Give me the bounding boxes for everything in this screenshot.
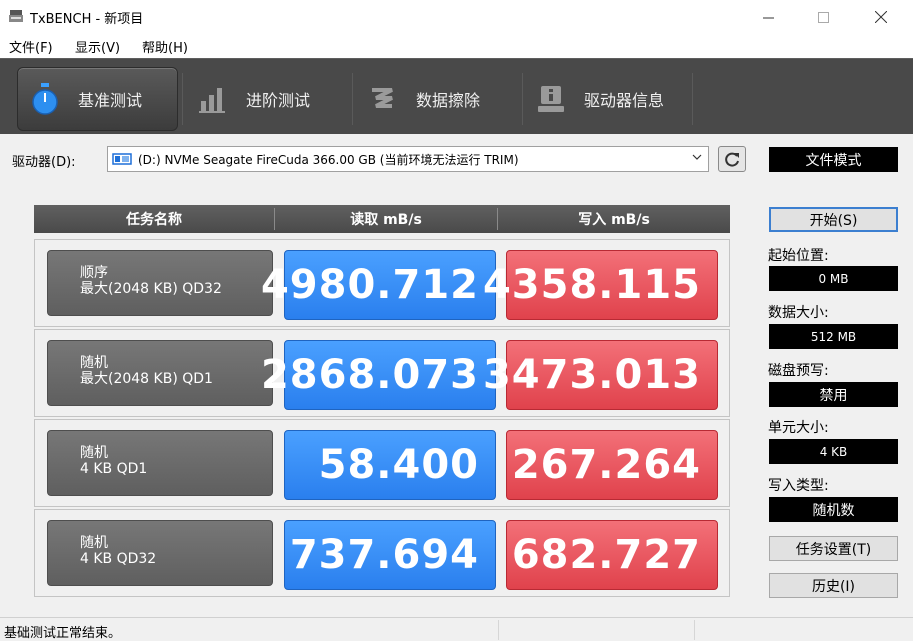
minimize-icon: [762, 17, 774, 18]
table-row: 随机 4 KB QD1 58.400 267.264: [34, 419, 730, 507]
tab-drive-info[interactable]: 驱动器信息: [528, 67, 692, 131]
task-button[interactable]: 随机 4 KB QD1: [47, 430, 273, 496]
data-size-label: 数据大小:: [768, 305, 829, 321]
tab-erase[interactable]: 数据擦除: [360, 67, 520, 131]
erase-icon: [366, 81, 400, 117]
menu-view[interactable]: 显示(V): [75, 37, 120, 56]
read-speed: 58.400: [284, 430, 496, 500]
tab-separator: [692, 73, 693, 125]
drive-icon: [112, 153, 132, 165]
status-text: 基础测试正常结束。: [4, 626, 122, 641]
precondition-value[interactable]: 禁用: [769, 382, 898, 407]
bar-chart-icon: [196, 81, 230, 117]
task-detail: 4 KB QD1: [80, 461, 148, 477]
app-icon: [9, 10, 23, 22]
start-button[interactable]: 开始(S): [769, 207, 898, 232]
write-speed: 682.727: [506, 520, 718, 590]
tab-benchmark-label: 基准测试: [78, 91, 143, 110]
task-detail: 4 KB QD32: [80, 551, 157, 567]
table-row: 随机 最大(2048 KB) QD1 2868.073 3473.013: [34, 329, 730, 417]
read-speed: 737.694: [284, 520, 496, 590]
chevron-down-icon: [692, 151, 702, 165]
minimize-button[interactable]: [745, 0, 791, 34]
unit-size-label: 单元大小:: [768, 420, 829, 436]
status-separator: [498, 620, 499, 640]
task-detail: 最大(2048 KB) QD32: [80, 281, 222, 297]
column-header-read: 读取 mB/s: [350, 212, 422, 228]
write-speed: 3473.013: [483, 340, 718, 410]
title-bar: TxBENCH - 新项目: [0, 0, 913, 34]
tab-erase-label: 数据擦除: [416, 91, 481, 110]
close-icon: [875, 11, 887, 23]
tab-separator: [522, 73, 523, 125]
drive-info-icon: [534, 81, 568, 117]
refresh-icon: [725, 152, 739, 167]
stopwatch-icon: [28, 81, 62, 117]
task-type: 随机: [80, 445, 108, 461]
refresh-button[interactable]: [718, 146, 746, 172]
table-row: 顺序 最大(2048 KB) QD32 4980.712 4358.115: [34, 239, 730, 327]
tab-separator: [352, 73, 353, 125]
start-position-label: 起始位置:: [768, 248, 829, 264]
unit-size-value[interactable]: 4 KB: [769, 439, 898, 464]
history-button[interactable]: 历史(I): [769, 573, 898, 598]
column-header-task: 任务名称: [126, 212, 182, 228]
status-bar: 基础测试正常结束。: [0, 617, 913, 641]
column-header-write: 写入 mB/s: [578, 212, 650, 228]
drive-label: 驱动器(D):: [12, 155, 76, 170]
task-settings-button[interactable]: 任务设置(T): [769, 536, 898, 561]
tab-advanced-label: 进阶测试: [246, 91, 311, 110]
tab-advanced[interactable]: 进阶测试: [190, 67, 350, 131]
precondition-label: 磁盘预写:: [768, 363, 829, 379]
close-button[interactable]: [858, 0, 904, 34]
tab-benchmark[interactable]: 基准测试: [17, 67, 178, 131]
maximize-button[interactable]: [800, 0, 846, 34]
task-type: 顺序: [80, 265, 108, 281]
drive-select[interactable]: (D:) NVMe Seagate FireCuda 366.00 GB (当前…: [107, 146, 709, 172]
write-speed: 4358.115: [483, 250, 718, 320]
drive-select-value: (D:) NVMe Seagate FireCuda 366.00 GB (当前…: [138, 152, 519, 167]
tab-drive-info-label: 驱动器信息: [584, 91, 665, 110]
data-size-value[interactable]: 512 MB: [769, 324, 898, 349]
write-type-value[interactable]: 随机数: [769, 497, 898, 522]
results-table-header: 任务名称 读取 mB/s 写入 mB/s: [34, 205, 730, 233]
task-detail: 最大(2048 KB) QD1: [80, 371, 213, 387]
write-speed: 267.264: [506, 430, 718, 500]
task-button[interactable]: 随机 最大(2048 KB) QD1: [47, 340, 273, 406]
menu-help[interactable]: 帮助(H): [142, 37, 188, 56]
maximize-icon: [817, 11, 829, 23]
status-separator: [694, 620, 695, 640]
task-type: 随机: [80, 355, 108, 371]
window-title: TxBENCH - 新项目: [30, 12, 144, 27]
toolbar: 基准测试 进阶测试 数据擦除 驱动器信息: [0, 58, 913, 134]
main-panel: 驱动器(D): (D:) NVMe Seagate FireCuda 366.0…: [0, 134, 913, 617]
tab-separator: [182, 73, 183, 125]
menu-bar: 文件(F) 显示(V) 帮助(H): [0, 34, 913, 58]
task-button[interactable]: 顺序 最大(2048 KB) QD32: [47, 250, 273, 316]
file-mode-button[interactable]: 文件模式: [769, 147, 898, 172]
read-speed: 4980.712: [261, 250, 496, 320]
table-row: 随机 4 KB QD32 737.694 682.727: [34, 509, 730, 597]
write-type-label: 写入类型:: [768, 478, 829, 494]
menu-file[interactable]: 文件(F): [9, 37, 53, 56]
read-speed: 2868.073: [261, 340, 496, 410]
task-button[interactable]: 随机 4 KB QD32: [47, 520, 273, 586]
task-type: 随机: [80, 535, 108, 551]
start-position-value[interactable]: 0 MB: [769, 266, 898, 291]
